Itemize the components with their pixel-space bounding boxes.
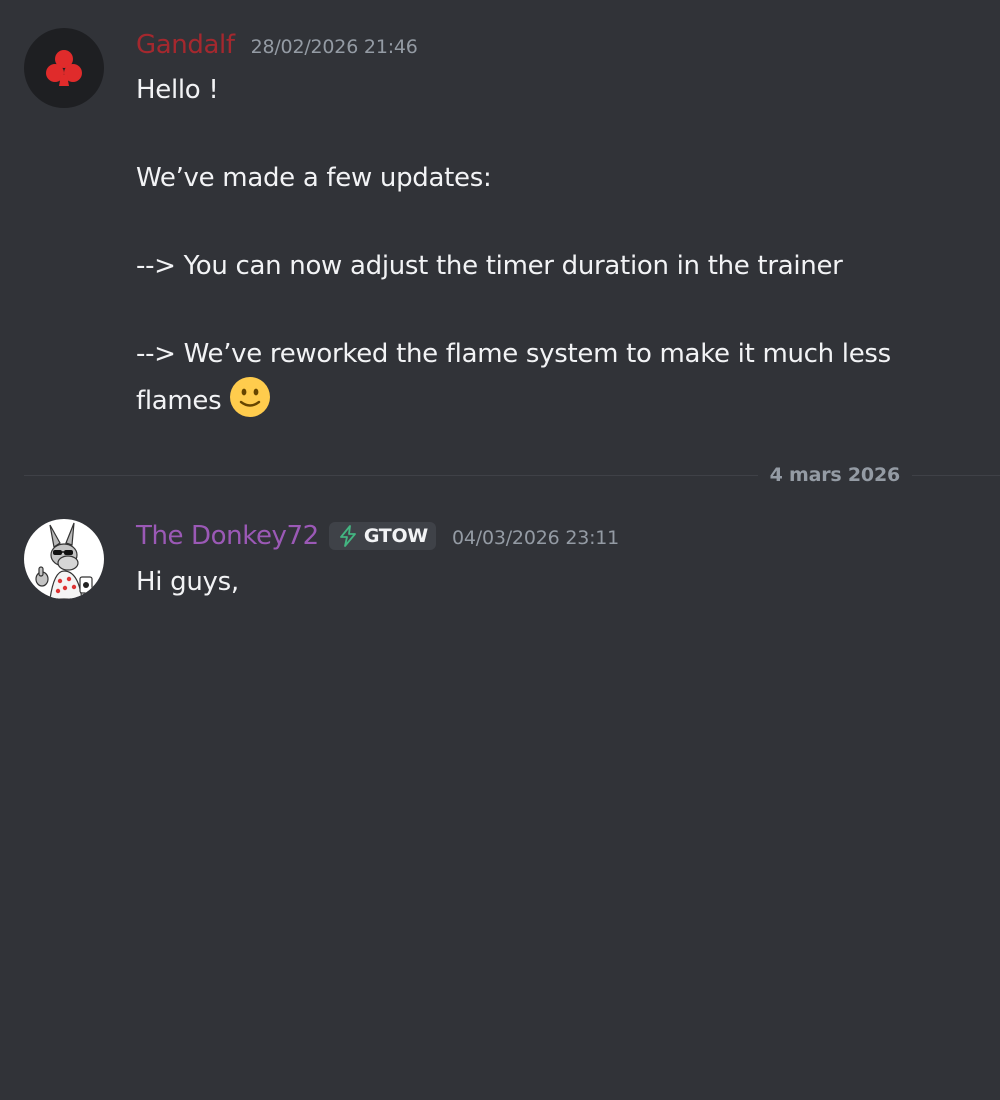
message-line: --> We’ve reworked the flame system to m… — [136, 339, 891, 369]
message-line: Hi guys, — [136, 567, 239, 597]
message-line-blank — [136, 112, 956, 156]
slightly-smiling-face-emoji-icon[interactable] — [229, 376, 271, 418]
timestamp: 28/02/2026 21:46 — [250, 36, 418, 58]
role-tag-label: GTOW — [363, 525, 428, 547]
message-line-text: flames — [136, 386, 222, 416]
chat-message-list: Gandalf 28/02/2026 21:46 Hello ! We’ve m… — [0, 0, 1000, 1100]
username[interactable]: Gandalf — [136, 30, 235, 60]
message-line-blank — [136, 200, 956, 244]
message-line-blank — [136, 288, 956, 332]
avatar-gandalf[interactable] — [24, 28, 104, 108]
username[interactable]: The Donkey72 — [136, 521, 319, 551]
message-header: Gandalf 28/02/2026 21:46 — [136, 30, 418, 60]
donkey-cartoon-avatar-icon — [24, 519, 104, 599]
avatar-the-donkey72[interactable] — [24, 519, 104, 599]
message-line: --> You can now adjust the timer duratio… — [136, 251, 843, 281]
message-content: Hi guys, — [136, 560, 956, 604]
message-header: The Donkey72 GTOW 04/03/2026 23:11 — [136, 521, 619, 551]
date-divider-label: 4 mars 2026 — [757, 462, 912, 488]
message-line: We’ve made a few updates: — [136, 163, 492, 193]
message-content: Hello ! We’ve made a few updates: --> Yo… — [136, 68, 956, 420]
lightning-bolt-icon — [339, 525, 356, 547]
role-tag[interactable]: GTOW — [328, 522, 436, 550]
message-line-with-emoji: flames — [136, 376, 956, 420]
message-line: Hello ! — [136, 75, 219, 105]
club-suit-logo-icon — [24, 28, 104, 108]
timestamp: 04/03/2026 23:11 — [451, 527, 620, 549]
